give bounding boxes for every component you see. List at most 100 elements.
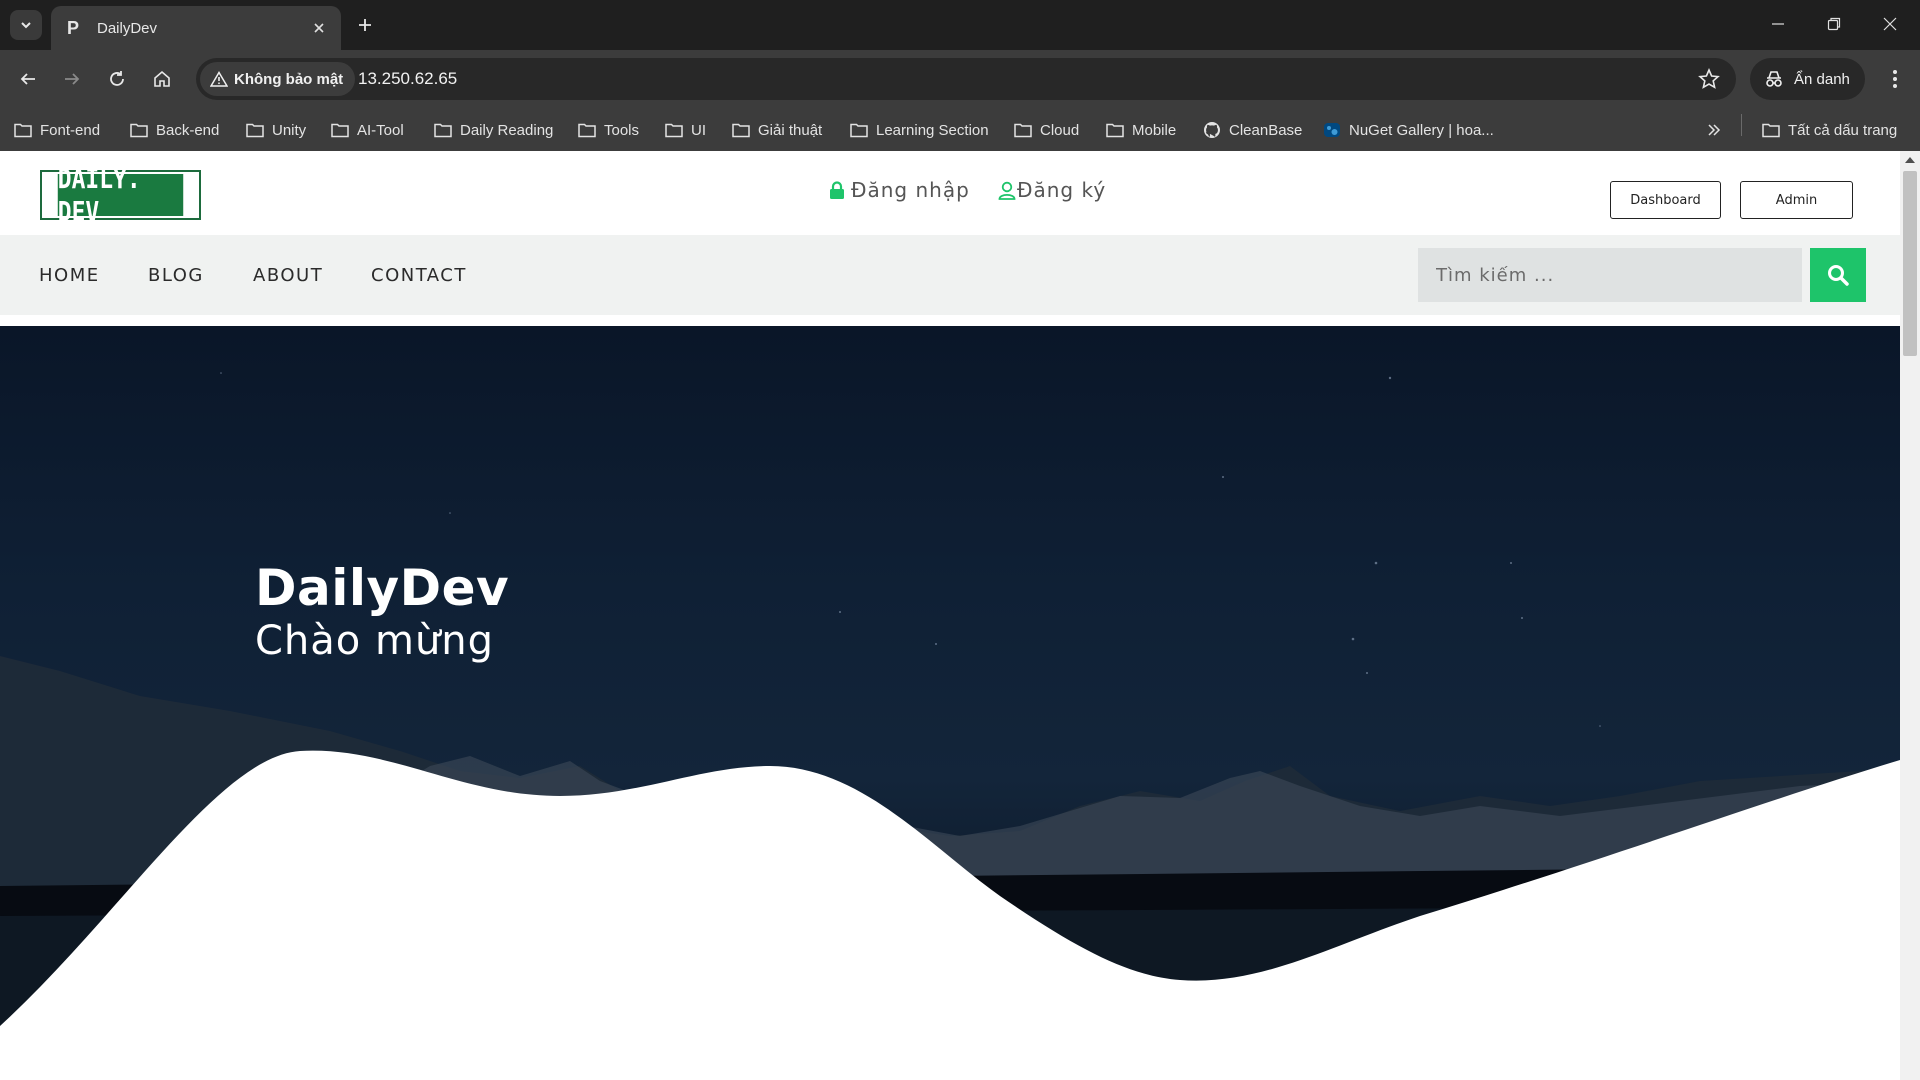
arrow-right-icon: [65, 73, 80, 85]
tab-close-button[interactable]: [309, 18, 329, 38]
bookmark-item[interactable]: Tools: [578, 118, 639, 142]
folder-icon: [434, 122, 452, 138]
bookmark-item[interactable]: CleanBase: [1203, 118, 1302, 142]
dashboard-button[interactable]: Dashboard: [1610, 181, 1721, 219]
bookmark-item[interactable]: Giải thuật: [732, 118, 822, 142]
bookmark-item[interactable]: Unity: [246, 118, 306, 142]
bookmark-label: AI-Tool: [357, 121, 404, 139]
close-window-button[interactable]: [1870, 8, 1910, 40]
hero-background-image: [0, 372, 1900, 1080]
bookmark-label: Mobile: [1132, 121, 1177, 139]
search-input[interactable]: [1418, 248, 1802, 302]
search-icon: [1828, 265, 1849, 286]
page-scrollbar[interactable]: [1900, 151, 1920, 1080]
restore-button[interactable]: [1814, 8, 1854, 40]
more-vertical-icon: [1893, 70, 1897, 88]
browser-tab[interactable]: P DailyDev: [51, 6, 341, 50]
all-bookmarks-button[interactable]: Tất cả dấu trang: [1762, 118, 1897, 142]
browser-toolbar: Không bảo mật 13.250.62.65 Ẩn danh: [0, 50, 1920, 108]
folder-icon: [130, 122, 148, 138]
security-label: Không bảo mật: [234, 70, 344, 88]
url-text[interactable]: 13.250.62.65: [358, 69, 457, 89]
bookmark-item[interactable]: Learning Section: [850, 118, 989, 142]
bookmark-item[interactable]: Back-end: [130, 118, 219, 142]
folder-icon: [1762, 122, 1780, 138]
user-icon: [998, 181, 1016, 200]
browser-menu-button[interactable]: [1880, 64, 1910, 94]
bookmark-item[interactable]: Font-end: [14, 118, 100, 142]
close-icon: [1883, 17, 1897, 31]
bookmarks-bar: Font-end Back-end Unity AI-Tool Daily Readin…: [0, 108, 1920, 151]
register-label: Đăng ký: [1017, 178, 1107, 202]
home-button[interactable]: [147, 64, 177, 94]
bookmark-label: Learning Section: [876, 121, 989, 139]
bookmark-item[interactable]: Cloud: [1014, 118, 1079, 142]
nuget-icon: [1323, 121, 1341, 139]
page-viewport: DAILY. DEV Đăng nhập Đăng ký Dashboard A…: [0, 151, 1920, 1080]
minimize-icon: [1772, 23, 1784, 25]
incognito-chip[interactable]: Ẩn danh: [1750, 58, 1865, 100]
tab-search-button[interactable]: [10, 10, 42, 40]
folder-icon: [578, 122, 596, 138]
forward-button[interactable]: [57, 64, 87, 94]
all-bookmarks-label: Tất cả dấu trang: [1788, 121, 1898, 139]
nav-home[interactable]: HOME: [39, 265, 100, 286]
bookmark-label: UI: [691, 121, 706, 139]
bookmark-label: Unity: [272, 121, 307, 139]
warning-icon: [210, 71, 228, 87]
bookmark-label: Cloud: [1040, 121, 1080, 139]
logo-text: DAILY. DEV: [57, 162, 184, 228]
nav-contact[interactable]: CONTACT: [371, 265, 467, 286]
bookmark-label: CleanBase: [1229, 121, 1303, 139]
incognito-icon: [1766, 71, 1782, 87]
folder-icon: [732, 122, 750, 138]
bookmark-label: Tools: [604, 121, 640, 139]
scroll-up-arrow[interactable]: [1905, 157, 1915, 163]
register-link[interactable]: Đăng ký: [998, 178, 1106, 202]
folder-icon: [1106, 122, 1124, 138]
bookmark-item[interactable]: UI: [665, 118, 706, 142]
bookmark-item[interactable]: Daily Reading: [434, 118, 553, 142]
security-chip[interactable]: Không bảo mật: [200, 62, 356, 96]
folder-icon: [331, 122, 349, 138]
plus-icon: [359, 19, 371, 31]
bookmark-label: NuGet Gallery | hoa...: [1349, 121, 1494, 139]
minimize-button[interactable]: [1758, 8, 1798, 40]
close-icon: [314, 23, 324, 33]
bookmark-item[interactable]: AI-Tool: [331, 118, 404, 142]
tab-favicon: P: [66, 17, 79, 38]
back-button[interactable]: [13, 64, 43, 94]
browser-tabstrip: P DailyDev: [0, 0, 1920, 50]
hero-subtitle: Chào mừng: [255, 618, 495, 664]
site-header: DAILY. DEV Đăng nhập Đăng ký Dashboard A…: [0, 151, 1900, 235]
new-tab-button[interactable]: [352, 12, 378, 38]
folder-icon: [246, 122, 264, 138]
bookmark-star-icon[interactable]: [1698, 68, 1720, 90]
bookmark-label: Font-end: [40, 121, 101, 139]
website: DAILY. DEV Đăng nhập Đăng ký Dashboard A…: [0, 151, 1900, 1080]
bookmark-label: Giải thuật: [758, 121, 823, 139]
admin-button[interactable]: Admin: [1740, 181, 1853, 219]
nav-blog[interactable]: BLOG: [148, 265, 204, 286]
arrow-left-icon: [20, 73, 35, 85]
bookmark-item[interactable]: NuGet Gallery | hoa...: [1323, 118, 1494, 142]
scroll-thumb[interactable]: [1903, 171, 1917, 356]
restore-icon: [1827, 17, 1841, 31]
reload-button[interactable]: [102, 64, 132, 94]
incognito-label: Ẩn danh: [1794, 70, 1850, 88]
search-button[interactable]: [1810, 248, 1866, 302]
folder-icon: [14, 122, 32, 138]
bookmark-item[interactable]: Mobile: [1106, 118, 1176, 142]
bookmarks-divider: [1741, 114, 1742, 136]
double-chevron-right-icon: [1708, 124, 1721, 136]
login-link[interactable]: Đăng nhập: [829, 178, 970, 202]
chevron-down-icon: [21, 22, 31, 29]
site-logo[interactable]: DAILY. DEV: [40, 162, 201, 228]
bookmarks-overflow-button[interactable]: [1702, 118, 1726, 142]
folder-icon: [1014, 122, 1032, 138]
folder-icon: [850, 122, 868, 138]
address-bar[interactable]: Không bảo mật 13.250.62.65: [196, 58, 1736, 100]
hero-title: DailyDev: [255, 559, 510, 617]
nav-about[interactable]: ABOUT: [253, 265, 323, 286]
home-icon: [154, 70, 170, 87]
